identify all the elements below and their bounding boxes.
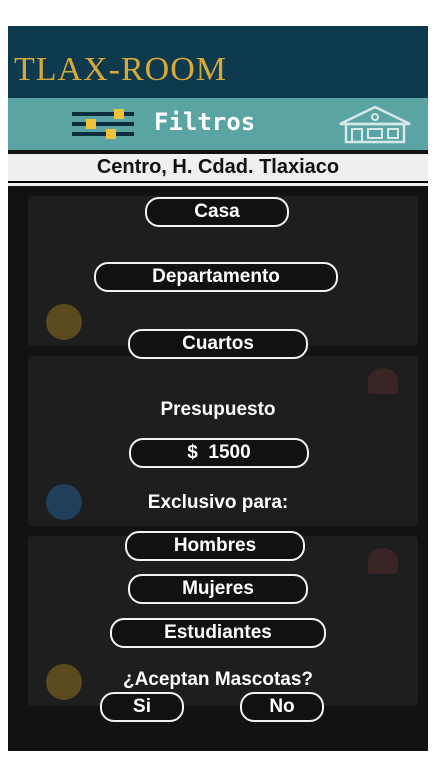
house-icon[interactable]	[330, 104, 420, 144]
app-screen: TLAX-ROOM Filtros Centro, H. Cdad. Tlaxi…	[8, 26, 428, 751]
mujeres-button[interactable]: Mujeres	[128, 574, 308, 604]
app-logo: TLAX-ROOM	[14, 51, 227, 88]
budget-title: Presupuesto	[160, 399, 276, 420]
estudiantes-button[interactable]: Estudiantes	[110, 618, 326, 648]
pets-no-button[interactable]: No	[240, 692, 324, 722]
heart-icon	[368, 548, 398, 574]
pets-yes-button[interactable]: Si	[100, 692, 184, 722]
casa-button[interactable]: Casa	[145, 197, 289, 227]
pets-question: ¿Aceptan Mascotas?	[122, 669, 314, 690]
heart-icon	[368, 368, 398, 394]
budget-input[interactable]: $ 1500	[129, 438, 309, 468]
divider	[8, 181, 428, 183]
filters-label[interactable]: Filtros	[154, 107, 255, 137]
app-header: TLAX-ROOM	[8, 26, 428, 98]
cuartos-button[interactable]: Cuartos	[128, 329, 308, 359]
filter-bar: Filtros	[8, 98, 428, 150]
exclusive-title: Exclusivo para:	[147, 492, 289, 513]
departamento-button[interactable]: Departamento	[94, 262, 338, 292]
avatar	[46, 304, 82, 340]
hombres-button[interactable]: Hombres	[125, 531, 305, 561]
sliders-icon[interactable]	[68, 108, 138, 140]
